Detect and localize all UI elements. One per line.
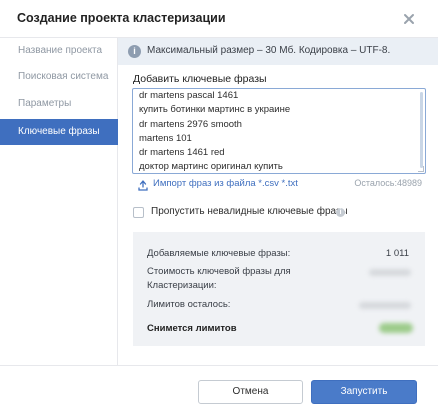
sidebar-item-keywords[interactable]: Ключевые фразы bbox=[0, 119, 118, 145]
dialog-footer: Отмена Запустить bbox=[0, 365, 438, 415]
remaining-counter: Осталось:48989 bbox=[354, 178, 422, 188]
sidebar-item-project-name[interactable]: Название проекта bbox=[0, 38, 118, 64]
skip-invalid-checkbox[interactable] bbox=[133, 207, 144, 218]
help-icon[interactable]: i bbox=[336, 208, 345, 217]
keywords-label: Добавить ключевые фразы bbox=[133, 73, 267, 85]
upload-icon bbox=[138, 178, 148, 191]
will-charge-value-obscured bbox=[379, 323, 413, 333]
keyword-line: dr martens 2976 smooth bbox=[139, 119, 242, 130]
resize-handle-icon[interactable] bbox=[418, 166, 424, 172]
keywords-textarea[interactable]: dr martens pascal 1461 купить ботинки ма… bbox=[132, 88, 426, 174]
import-row: Импорт фраз из файла *.csv *.txt Осталос… bbox=[132, 176, 426, 192]
phrase-cost-value-obscured bbox=[369, 269, 411, 276]
textarea-scrollbar[interactable] bbox=[420, 92, 423, 168]
dialog-title: Создание проекта кластеризации bbox=[17, 11, 226, 25]
info-banner: i Максимальный размер – 30 Мб. Кодировка… bbox=[118, 38, 438, 65]
keyword-line: купить ботинки мартинс в украине bbox=[139, 104, 291, 115]
info-icon: i bbox=[128, 45, 141, 58]
phrase-cost-label-line1: Стоимость ключевой фразы для bbox=[147, 266, 291, 277]
sidebar-item-parameters[interactable]: Параметры bbox=[0, 91, 118, 117]
sidebar-item-search-engine[interactable]: Поисковая система bbox=[0, 64, 118, 90]
info-text: Максимальный размер – 30 Мб. Кодировка –… bbox=[147, 45, 391, 56]
import-file-link[interactable]: Импорт фраз из файла *.csv *.txt bbox=[153, 178, 298, 189]
will-charge-label: Снимется лимитов bbox=[147, 323, 237, 334]
phrase-cost-label-line2: Кластеризации: bbox=[147, 280, 217, 291]
keyword-line: dr martens pascal 1461 bbox=[139, 90, 239, 101]
close-icon[interactable] bbox=[400, 10, 418, 28]
start-button[interactable]: Запустить bbox=[311, 380, 417, 404]
sidebar: Название проекта Поисковая система Парам… bbox=[0, 38, 118, 365]
summary-panel: Добавляемые ключевые фразы: 1 011 Стоимо… bbox=[133, 232, 425, 346]
dialog-header: Создание проекта кластеризации bbox=[0, 0, 438, 38]
added-phrases-value: 1 011 bbox=[385, 248, 409, 259]
keyword-line: dr martens 1461 red bbox=[139, 147, 225, 158]
keyword-line: martens 101 bbox=[139, 133, 192, 144]
limits-left-label: Лимитов осталось: bbox=[147, 299, 231, 310]
added-phrases-label: Добавляемые ключевые фразы: bbox=[147, 248, 291, 259]
limits-left-value-obscured bbox=[359, 302, 411, 309]
cancel-button[interactable]: Отмена bbox=[198, 380, 303, 404]
skip-invalid-label[interactable]: Пропустить невалидные ключевые фразы bbox=[151, 206, 348, 217]
keyword-line: доктор мартинс оригинал купить bbox=[139, 161, 283, 172]
